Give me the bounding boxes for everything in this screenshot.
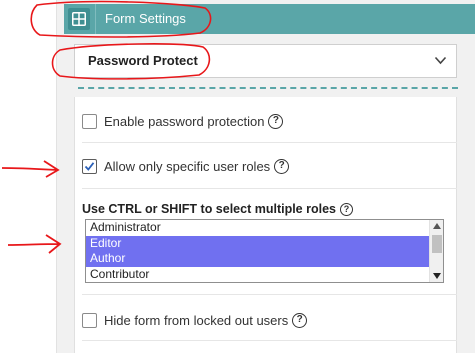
help-icon[interactable]: ? bbox=[274, 158, 290, 174]
row-divider bbox=[82, 340, 457, 341]
row-divider bbox=[82, 294, 457, 295]
dashed-divider bbox=[78, 87, 458, 89]
section-select-value: Password Protect bbox=[88, 53, 198, 68]
checkmark-icon bbox=[84, 161, 95, 171]
allow-roles-label: Allow only specific user roles bbox=[104, 158, 271, 174]
scroll-up-arrow-icon[interactable] bbox=[433, 223, 441, 229]
allow-roles-checkbox[interactable] bbox=[82, 158, 97, 174]
grid-icon bbox=[68, 8, 90, 30]
row-divider bbox=[82, 188, 457, 189]
enable-password-label: Enable password protection bbox=[104, 113, 265, 129]
role-option-selected[interactable]: Editor bbox=[86, 235, 431, 251]
allow-roles-row: Allow only specific user roles ? bbox=[82, 157, 290, 175]
header-title: Form Settings bbox=[105, 11, 186, 26]
listbox-items: Administrator Editor Author Contributor bbox=[86, 220, 431, 282]
help-icon[interactable]: ? bbox=[292, 312, 308, 328]
scrollbar-thumb[interactable] bbox=[432, 235, 442, 253]
user-roles-listbox[interactable]: Administrator Editor Author Contributor bbox=[85, 219, 444, 283]
section-select[interactable]: Password Protect bbox=[74, 44, 457, 78]
hide-locked-checkbox[interactable] bbox=[82, 312, 97, 328]
chevron-down-icon bbox=[434, 56, 447, 65]
scroll-down-arrow-icon[interactable] bbox=[433, 273, 441, 279]
form-settings-header[interactable]: Form Settings bbox=[64, 4, 475, 34]
role-option-selected[interactable]: Author bbox=[86, 251, 431, 267]
enable-password-row: Enable password protection ? bbox=[82, 112, 284, 130]
help-icon[interactable]: ? bbox=[340, 202, 353, 216]
hide-locked-label: Hide form from locked out users bbox=[104, 312, 289, 328]
left-strip bbox=[0, 0, 56, 353]
help-icon[interactable]: ? bbox=[268, 113, 284, 129]
row-divider bbox=[82, 142, 457, 143]
header-separator bbox=[95, 4, 96, 34]
role-option[interactable]: Contributor bbox=[86, 267, 431, 283]
enable-password-checkbox[interactable] bbox=[82, 113, 97, 129]
hide-locked-row: Hide form from locked out users ? bbox=[82, 311, 308, 329]
roles-hint-row: Use CTRL or SHIFT to select multiple rol… bbox=[82, 202, 353, 216]
listbox-scrollbar[interactable] bbox=[429, 220, 443, 282]
roles-hint-label: Use CTRL or SHIFT to select multiple rol… bbox=[82, 202, 336, 216]
panel-border bbox=[56, 0, 57, 353]
role-option[interactable]: Administrator bbox=[86, 220, 431, 236]
